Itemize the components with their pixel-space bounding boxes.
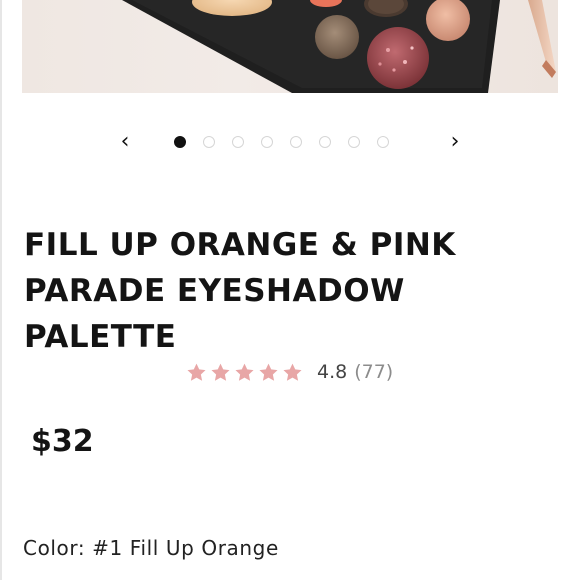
carousel-dot[interactable] [232,136,244,148]
chevron-right-icon[interactable]: › [443,128,467,156]
rating-stars [186,362,303,383]
carousel-dot[interactable] [377,136,389,148]
page-divider [0,0,2,580]
star-icon [235,363,254,381]
product-page: ‹ › FILL UP ORANGE & PINK PARADE EYESHAD… [0,0,580,580]
image-carousel-controls: ‹ › [0,128,580,158]
carousel-dots [174,136,389,150]
selected-color: Color: #1 Fill Up Orange [23,536,279,560]
star-icon [211,363,230,381]
star-icon [283,363,302,381]
carousel-dot[interactable] [203,136,215,148]
product-title: FILL UP ORANGE & PINK PARADE EYESHADOW P… [24,227,456,355]
review-count[interactable]: (77) [354,361,393,383]
carousel-dot[interactable] [174,136,186,148]
product-price: $32 [31,424,94,459]
eyeshadow-palette-photo [122,0,556,93]
chevron-left-icon[interactable]: ‹ [113,128,137,156]
carousel-dot[interactable] [348,136,360,148]
star-icon [259,363,278,381]
product-rating[interactable]: 4.8 (77) [186,358,393,386]
carousel-dot[interactable] [261,136,273,148]
carousel-dot[interactable] [290,136,302,148]
rating-value: 4.8 [317,361,348,383]
star-icon [187,363,206,381]
carousel-dot[interactable] [319,136,331,148]
product-image[interactable] [22,0,558,93]
